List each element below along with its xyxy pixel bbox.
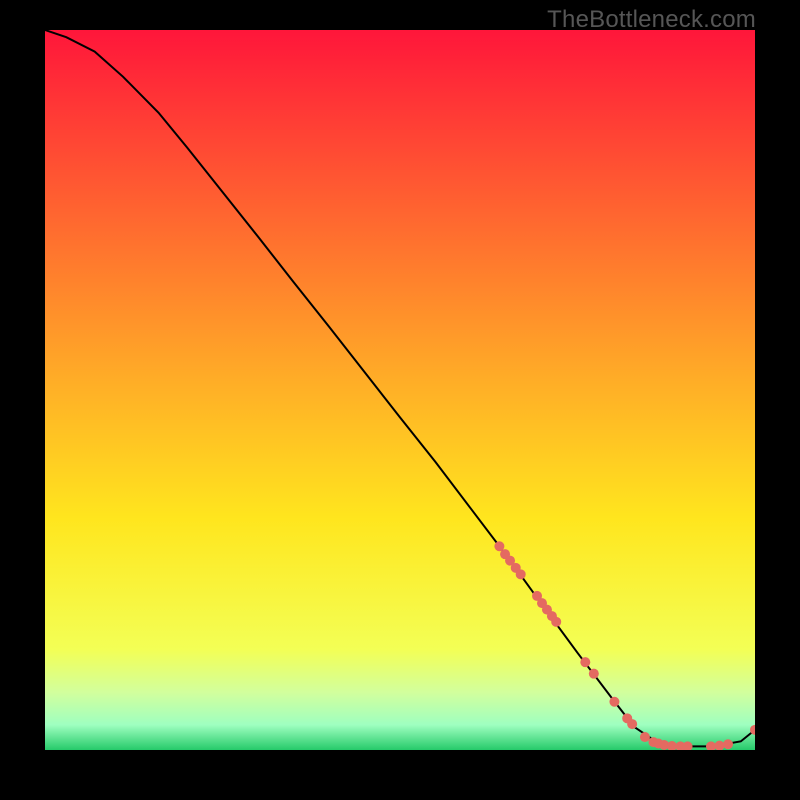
data-point: [516, 569, 526, 579]
data-point: [589, 669, 599, 679]
chart-svg: [45, 30, 755, 750]
plot-area: [45, 30, 755, 750]
data-point: [627, 719, 637, 729]
data-point: [580, 657, 590, 667]
chart-container: TheBottleneck.com: [0, 0, 800, 800]
data-point: [723, 739, 733, 749]
data-point: [609, 697, 619, 707]
data-point: [551, 617, 561, 627]
gradient-background: [45, 30, 755, 750]
data-point: [640, 732, 650, 742]
